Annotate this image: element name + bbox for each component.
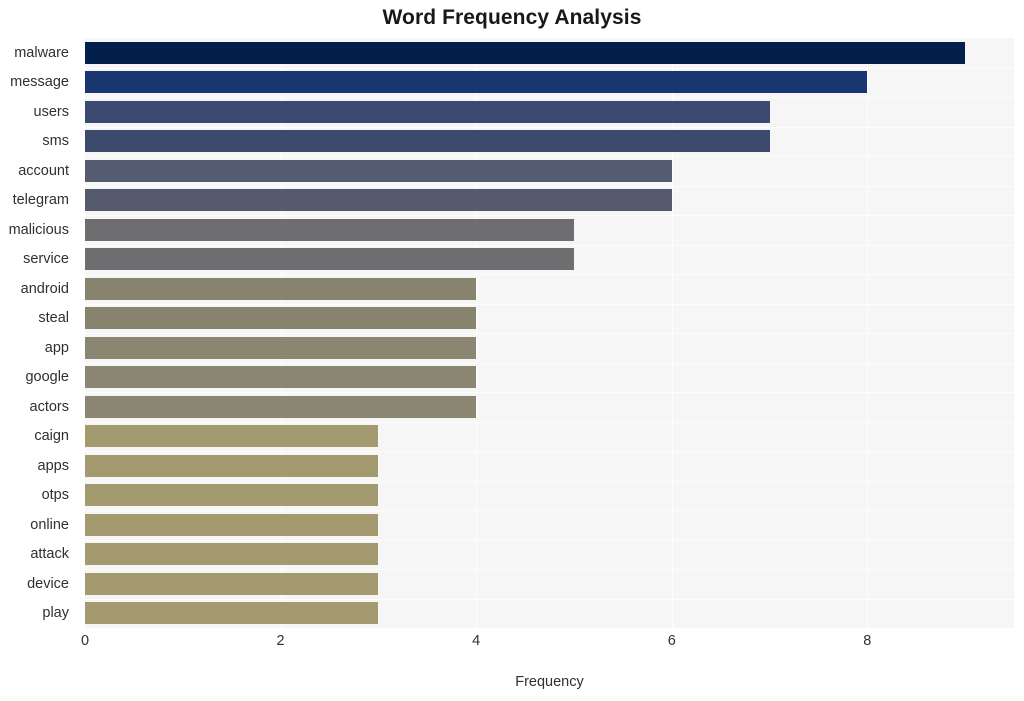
bar	[85, 395, 477, 418]
gridline-y	[85, 68, 1014, 69]
x-tick-label: 4	[472, 633, 481, 649]
bar	[85, 41, 966, 64]
y-tick-label: apps	[37, 457, 69, 474]
x-tick-label: 2	[276, 633, 285, 649]
bar	[85, 366, 477, 389]
bar	[85, 543, 379, 566]
bar	[85, 159, 672, 182]
gridline-y	[85, 422, 1014, 423]
y-tick-label: sms	[42, 133, 69, 150]
bar	[85, 189, 672, 212]
gridline-y	[85, 569, 1014, 570]
bar	[85, 248, 574, 271]
gridline-y	[85, 540, 1014, 541]
y-tick-label: app	[44, 339, 69, 356]
chart-title: Word Frequency Analysis	[382, 6, 642, 29]
x-tick-label: 8	[863, 633, 872, 649]
bar	[85, 513, 379, 536]
gridline-y	[85, 274, 1014, 275]
y-tick-label: caign	[34, 428, 69, 445]
gridline-y	[85, 304, 1014, 305]
bar	[85, 336, 477, 359]
bar	[85, 130, 770, 153]
gridline-y	[85, 392, 1014, 393]
y-tick-label: account	[18, 162, 69, 179]
gridline-y	[85, 156, 1014, 157]
bar	[85, 71, 868, 94]
y-tick-label: malicious	[8, 221, 69, 238]
y-axis-tick-labels: malware message users sms account telegram mal…	[0, 38, 77, 628]
y-tick-label: telegram	[12, 192, 69, 209]
y-tick-label: play	[42, 605, 69, 622]
gridline-y	[85, 481, 1014, 482]
x-tick-label: 6	[667, 633, 676, 649]
gridline-y	[85, 215, 1014, 216]
y-tick-label: otps	[41, 487, 69, 504]
gridline-y	[85, 127, 1014, 128]
bar	[85, 425, 379, 448]
y-tick-label: users	[33, 103, 69, 120]
gridline-y	[85, 333, 1014, 334]
gridline-y	[85, 97, 1014, 98]
bar	[85, 454, 379, 477]
x-axis-tick-labels: 0 2 4 6 8	[81, 633, 1014, 658]
bar	[85, 572, 379, 595]
y-tick-label: malware	[14, 44, 69, 61]
gridline-y	[85, 451, 1014, 452]
gridline-y	[85, 599, 1014, 600]
y-tick-label: device	[27, 575, 69, 592]
y-tick-label: android	[20, 280, 69, 297]
y-tick-label: service	[23, 251, 69, 268]
plot-area	[85, 38, 1014, 628]
bar	[85, 277, 477, 300]
x-tick-label: 0	[80, 633, 90, 649]
gridline-y	[85, 245, 1014, 246]
y-tick-label: google	[25, 369, 69, 386]
bar	[85, 484, 379, 507]
gridline-y	[85, 186, 1014, 187]
chart-figure: Word Frequency Analysis malware message us…	[0, 0, 1024, 701]
y-tick-label: message	[10, 74, 69, 91]
x-axis-label: Frequency	[515, 674, 584, 690]
bar	[85, 100, 770, 123]
y-tick-label: attack	[30, 546, 69, 563]
y-tick-label: steal	[38, 310, 69, 327]
y-tick-label: actors	[29, 398, 70, 415]
gridline-y	[85, 510, 1014, 511]
y-tick-label: online	[30, 516, 69, 533]
bar	[85, 218, 574, 241]
gridline-y	[85, 363, 1014, 364]
bar	[85, 602, 379, 625]
bar	[85, 307, 477, 330]
